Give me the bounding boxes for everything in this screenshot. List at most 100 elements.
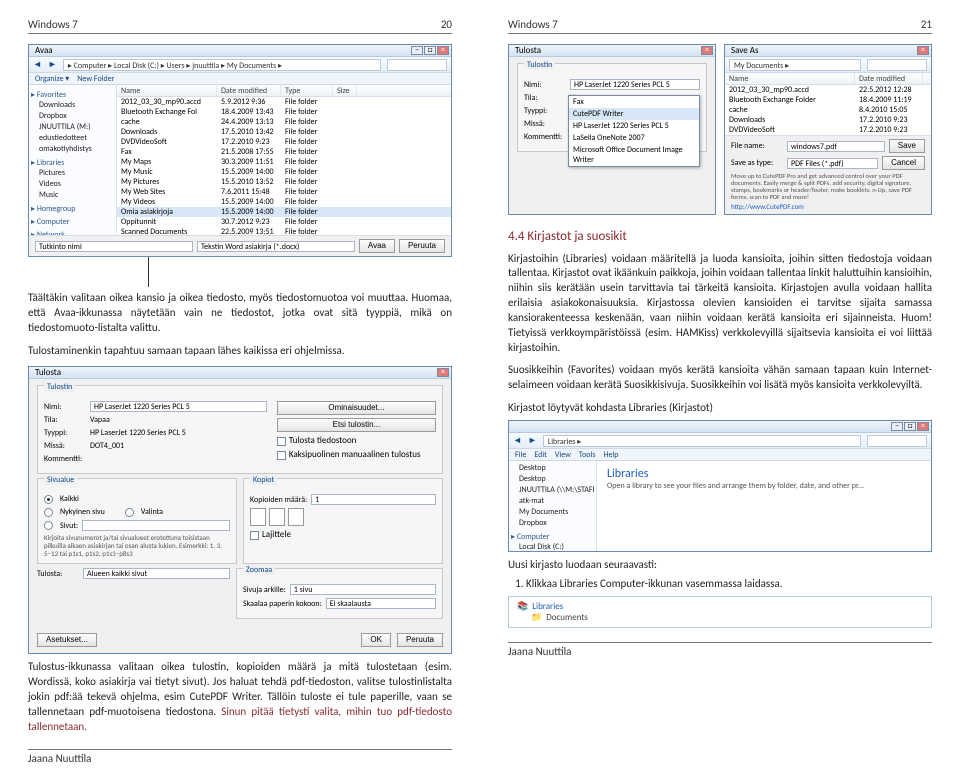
pages-input[interactable] bbox=[82, 520, 230, 531]
table-row[interactable]: My Web Sites7.6.2011 15:48File folder bbox=[117, 187, 451, 197]
nav-item[interactable]: Pictures bbox=[31, 168, 114, 179]
file-list[interactable]: 2012_03_30_mp90.accd22.5.2012 12:28Bluet… bbox=[725, 85, 931, 135]
min-icon[interactable]: – bbox=[891, 422, 903, 431]
table-row[interactable]: Downloads17.2.2010 9:23 bbox=[725, 115, 931, 125]
table-row[interactable]: 2012_03_30_mp90.accd22.5.2012 12:28 bbox=[725, 85, 931, 95]
printer-dropdown[interactable]: FaxCutePDF WriterHP LaserJet 1220 Series… bbox=[568, 95, 700, 167]
open-button[interactable]: Avaa bbox=[359, 239, 395, 253]
close-icon[interactable]: × bbox=[917, 46, 929, 55]
menu-item[interactable]: Tools bbox=[579, 450, 596, 460]
range-all-radio[interactable] bbox=[44, 495, 53, 504]
nav-item[interactable]: Dropbox bbox=[31, 111, 114, 122]
table-row[interactable]: My Music15.5.2009 14:00File folder bbox=[117, 167, 451, 177]
col-name[interactable]: Name bbox=[117, 85, 217, 96]
nav-group[interactable]: ▸ Homegroup bbox=[31, 204, 114, 214]
back-icon[interactable]: ◄ bbox=[33, 59, 42, 70]
table-row[interactable]: cache8.4.2010 15:05 bbox=[725, 105, 931, 115]
dropdown-item[interactable]: Fax bbox=[569, 96, 699, 108]
find-printer-button[interactable]: Etsi tulostin... bbox=[277, 418, 436, 432]
breadcrumb[interactable]: Libraries ▸ bbox=[543, 435, 861, 447]
menu-item[interactable]: Edit bbox=[534, 450, 547, 460]
filename-input[interactable]: Tutkinto nimi bbox=[35, 241, 193, 252]
table-row[interactable]: My Pictures15.5.2010 13:52File folder bbox=[117, 177, 451, 187]
nav-item[interactable]: JNUUTTILA (\\M:\STAFFHOME\STAFF) (P) bbox=[511, 485, 594, 496]
organize-menu[interactable]: Organize ▾ bbox=[35, 74, 69, 84]
range-current-radio[interactable] bbox=[44, 508, 53, 517]
close-icon[interactable]: × bbox=[437, 46, 449, 55]
nav-item[interactable]: My Documents bbox=[511, 507, 594, 518]
savetype-select[interactable]: PDF Files (*.pdf) bbox=[787, 158, 878, 169]
col-size[interactable]: Size bbox=[333, 85, 357, 96]
ok-button[interactable]: OK bbox=[361, 633, 391, 647]
menu-item[interactable]: File bbox=[515, 450, 526, 460]
table-row[interactable]: DVDVideoSoft17.2.2010 9:23File folder bbox=[117, 137, 451, 147]
nav-item[interactable]: Desktop bbox=[511, 474, 594, 485]
table-row[interactable]: My Videos15.5.2009 14:00File folder bbox=[117, 197, 451, 207]
close-icon[interactable]: × bbox=[917, 422, 929, 431]
nav-item[interactable]: Desktop bbox=[511, 463, 594, 474]
nav-item[interactable]: Downloads bbox=[31, 100, 114, 111]
printer-select[interactable]: HP LaserJet 1220 Series PCL 5 bbox=[570, 79, 700, 90]
collate-check[interactable] bbox=[250, 531, 259, 540]
file-list[interactable]: 2012_03_30_mp90.accd5.9.2012 9:36File fo… bbox=[117, 97, 451, 235]
fwd-icon[interactable]: ► bbox=[528, 435, 537, 446]
nav-item[interactable]: Music bbox=[31, 190, 114, 201]
search-input[interactable] bbox=[387, 59, 447, 71]
pages-per-select[interactable]: 1 sivu bbox=[290, 584, 436, 595]
cutepdf-link[interactable]: http://www.CutePDF.com bbox=[731, 202, 925, 211]
nav-item[interactable]: Local Disk (C:) bbox=[511, 542, 594, 551]
fwd-icon[interactable]: ► bbox=[48, 59, 57, 70]
menu-item[interactable]: Help bbox=[603, 450, 618, 460]
table-row[interactable]: Bluetooth Exchange Folder18.4.2009 11:19 bbox=[725, 95, 931, 105]
close-icon[interactable]: × bbox=[701, 46, 713, 55]
copies-input[interactable]: 1 bbox=[311, 494, 436, 505]
search-input[interactable] bbox=[867, 59, 927, 71]
duplex-check[interactable] bbox=[277, 451, 286, 460]
table-row[interactable]: Oppitunnit30.7.2012 9:23File folder bbox=[117, 217, 451, 227]
max-icon[interactable]: □ bbox=[904, 422, 916, 431]
table-row[interactable]: cache24.4.2009 13:13File folder bbox=[117, 117, 451, 127]
menu-item[interactable]: View bbox=[555, 450, 571, 460]
libraries-label[interactable]: Libraries bbox=[532, 601, 563, 612]
back-icon[interactable]: ◄ bbox=[513, 435, 522, 446]
nav-pane[interactable]: ▸ FavoritesDownloadsDropboxJNUUTTILA (M:… bbox=[29, 85, 117, 235]
nav-item[interactable]: JNUUTTILA (M:) bbox=[31, 122, 114, 133]
documents-label[interactable]: Documents bbox=[546, 612, 588, 623]
min-icon[interactable]: – bbox=[411, 46, 423, 55]
dropdown-item[interactable]: HP LaserJet 1220 Series PCL 5 bbox=[569, 120, 699, 132]
breadcrumb[interactable]: My Documents ▸ bbox=[729, 59, 861, 71]
search-input[interactable] bbox=[867, 435, 927, 447]
nav-group[interactable]: ▸ Libraries bbox=[31, 158, 114, 168]
table-row[interactable]: Omia asiakirjoja15.5.2009 14:00File fold… bbox=[117, 207, 451, 217]
nav-item[interactable]: edustiedotteet bbox=[31, 133, 114, 144]
table-row[interactable]: DVDVideoSoft17.2.2010 9:23 bbox=[725, 125, 931, 135]
filename-input[interactable]: windows7.pdf bbox=[787, 141, 885, 152]
table-row[interactable]: Downloads17.5.2010 13:42File folder bbox=[117, 127, 451, 137]
table-row[interactable]: Fax21.5.2008 17:55File folder bbox=[117, 147, 451, 157]
cancel-button[interactable]: Cancel bbox=[882, 156, 925, 170]
save-button[interactable]: Save bbox=[889, 139, 925, 153]
nav-item[interactable]: atk-mat bbox=[511, 496, 594, 507]
table-row[interactable]: Scanned Documents22.5.2009 13:51File fol… bbox=[117, 227, 451, 235]
nav-group[interactable]: ▸ Computer bbox=[511, 532, 594, 542]
nav-item[interactable]: Dropbox bbox=[511, 518, 594, 529]
dropdown-item[interactable]: LaSeila OneNote 2007 bbox=[569, 132, 699, 144]
print-what-select[interactable]: Alueen kaikki sivut bbox=[83, 568, 230, 579]
range-pages-radio[interactable] bbox=[44, 521, 53, 530]
print-to-file-check[interactable] bbox=[277, 437, 286, 446]
nav-item[interactable]: Videos bbox=[31, 179, 114, 190]
dropdown-item[interactable]: Microsoft Office Document Image Writer bbox=[569, 144, 699, 166]
options-button[interactable]: Asetukset... bbox=[37, 633, 97, 647]
scale-select[interactable]: Ei skaalausta bbox=[326, 598, 436, 609]
cancel-button[interactable]: Peruuta bbox=[399, 239, 445, 253]
table-row[interactable]: 2012_03_30_mp90.accd5.9.2012 9:36File fo… bbox=[117, 97, 451, 107]
breadcrumb[interactable]: ▸ Computer ▸ Local Disk (C:) ▸ Users ▸ j… bbox=[63, 59, 381, 71]
printer-select[interactable]: HP LaserJet 1220 Series PCL 5 bbox=[90, 401, 267, 412]
col-date[interactable]: Date modified bbox=[217, 85, 281, 96]
nav-group[interactable]: ▸ Network bbox=[31, 230, 114, 235]
table-row[interactable]: Bluetooth Exchange Fol18.4.2009 13:43Fil… bbox=[117, 107, 451, 117]
cancel-button[interactable]: Peruuta bbox=[397, 633, 443, 647]
table-row[interactable]: My Maps30.3.2009 11:51File folder bbox=[117, 157, 451, 167]
nav-group[interactable]: ▸ Computer bbox=[31, 217, 114, 227]
nav-group[interactable]: ▸ Favorites bbox=[31, 90, 114, 100]
